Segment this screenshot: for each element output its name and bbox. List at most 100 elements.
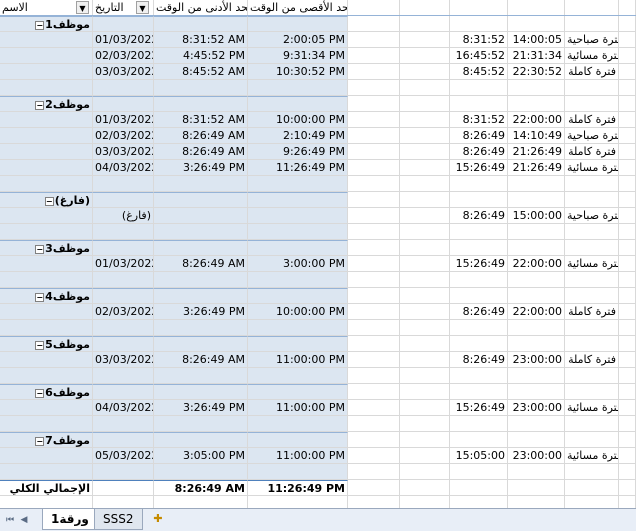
cell-empty[interactable] [154,384,248,399]
date-cell[interactable]: 05/03/2022 [93,448,154,463]
group-name-cell[interactable]: − موظف7 [0,432,93,447]
check-in-cell[interactable]: 8:31:52 [450,112,508,127]
cell-empty[interactable] [619,352,636,367]
cell-empty[interactable] [348,496,400,508]
cell-empty[interactable] [508,416,565,431]
cell-empty[interactable] [248,176,348,191]
cell-empty[interactable] [450,240,508,255]
cell-empty[interactable] [450,384,508,399]
filter-dropdown-icon[interactable]: ▼ [76,1,89,14]
cell-empty[interactable] [154,224,248,239]
cell-empty[interactable] [619,96,636,111]
max-time-cell[interactable]: 10:00:00 PM [248,304,348,319]
cell-empty[interactable] [93,80,154,95]
check-in-cell[interactable]: 15:05:00 [450,448,508,463]
cell-empty[interactable] [93,432,154,447]
cell-empty[interactable] [508,192,565,207]
max-time-cell[interactable]: 9:31:34 PM [248,48,348,63]
cell-empty[interactable] [248,240,348,255]
cell-empty[interactable] [93,224,154,239]
shift-cell[interactable]: فترة صباحية [565,128,619,143]
group-name-cell[interactable]: − موظف3 [0,240,93,255]
cell-empty[interactable] [400,240,450,255]
max-time-cell[interactable]: 9:26:49 PM [248,144,348,159]
cell-empty[interactable] [348,288,400,303]
min-time-cell[interactable]: 3:26:49 PM [154,400,248,415]
date-cell[interactable]: 03/03/2022 [93,144,154,159]
cell-empty[interactable] [450,480,508,495]
max-time-cell[interactable]: 10:30:52 PM [248,64,348,79]
cell-empty[interactable] [619,272,636,287]
cell-empty[interactable] [154,336,248,351]
cell-empty[interactable] [0,64,93,79]
cell-empty[interactable] [619,320,636,335]
cell-empty[interactable] [619,224,636,239]
minus-box-icon[interactable]: − [35,388,45,398]
cell-empty[interactable] [400,48,450,63]
cell-empty[interactable] [348,144,400,159]
cell-empty[interactable] [93,240,154,255]
cell-empty[interactable] [400,496,450,508]
date-cell[interactable]: 02/03/2022 [93,48,154,63]
cell-empty[interactable] [248,288,348,303]
max-time-cell[interactable]: 3:00:00 PM [248,256,348,271]
cell-empty[interactable] [565,320,619,335]
max-time-cell[interactable]: 11:00:00 PM [248,448,348,463]
min-time-cell[interactable]: 8:45:52 AM [154,64,248,79]
min-time-cell[interactable]: 8:26:49 AM [154,128,248,143]
shift-cell[interactable]: فترة كاملة [565,352,619,367]
check-in-cell[interactable]: 8:31:52 [450,32,508,47]
cell-empty[interactable] [248,416,348,431]
cell-empty[interactable] [565,240,619,255]
grand-total-label[interactable]: الإجمالي الكلي [0,480,93,495]
header-max-time[interactable]: الحد الأقصى من الوقت [248,0,348,15]
cell-empty[interactable] [400,176,450,191]
cell-empty[interactable] [400,80,450,95]
check-in-cell[interactable]: 15:26:49 [450,256,508,271]
cell-empty[interactable] [619,144,636,159]
cell-empty[interactable] [565,368,619,383]
group-name-cell[interactable]: − موظف5 [0,336,93,351]
cell-empty[interactable] [450,0,508,15]
check-out-cell[interactable]: 22:00:00 [508,112,565,127]
header-name[interactable]: الاسم ▼ [0,0,93,15]
cell-empty[interactable] [619,432,636,447]
cell-empty[interactable] [400,256,450,271]
cell-empty[interactable] [565,432,619,447]
cell-empty[interactable] [400,224,450,239]
cell-empty[interactable] [0,320,93,335]
cell-empty[interactable] [400,400,450,415]
cell-empty[interactable] [348,352,400,367]
date-cell[interactable]: 03/03/2022 [93,352,154,367]
cell-empty[interactable] [93,336,154,351]
cell-empty[interactable] [400,64,450,79]
cell-empty[interactable] [0,224,93,239]
check-in-cell[interactable]: 8:45:52 [450,64,508,79]
min-time-cell[interactable]: 3:26:49 PM [154,304,248,319]
cell-empty[interactable] [154,320,248,335]
cell-empty[interactable] [565,336,619,351]
cell-empty[interactable] [348,0,400,15]
cell-empty[interactable] [93,464,154,479]
cell-empty[interactable] [400,480,450,495]
min-time-cell[interactable]: 8:31:52 AM [154,112,248,127]
cell-empty[interactable] [508,320,565,335]
cell-empty[interactable] [400,336,450,351]
cell-empty[interactable] [93,368,154,383]
cell-empty[interactable] [508,96,565,111]
cell-empty[interactable] [619,416,636,431]
minus-box-icon[interactable]: − [35,244,45,254]
date-cell[interactable]: 02/03/2022 [93,128,154,143]
cell-empty[interactable] [565,464,619,479]
cell-empty[interactable] [400,32,450,47]
cell-empty[interactable] [248,464,348,479]
cell-empty[interactable] [508,240,565,255]
check-in-cell[interactable]: 8:26:49 [450,304,508,319]
cell-empty[interactable] [508,464,565,479]
cell-empty[interactable] [619,80,636,95]
cell-empty[interactable] [450,224,508,239]
cell-empty[interactable] [348,96,400,111]
cell-empty[interactable] [508,480,565,495]
cell-empty[interactable] [508,224,565,239]
cell-empty[interactable] [400,320,450,335]
